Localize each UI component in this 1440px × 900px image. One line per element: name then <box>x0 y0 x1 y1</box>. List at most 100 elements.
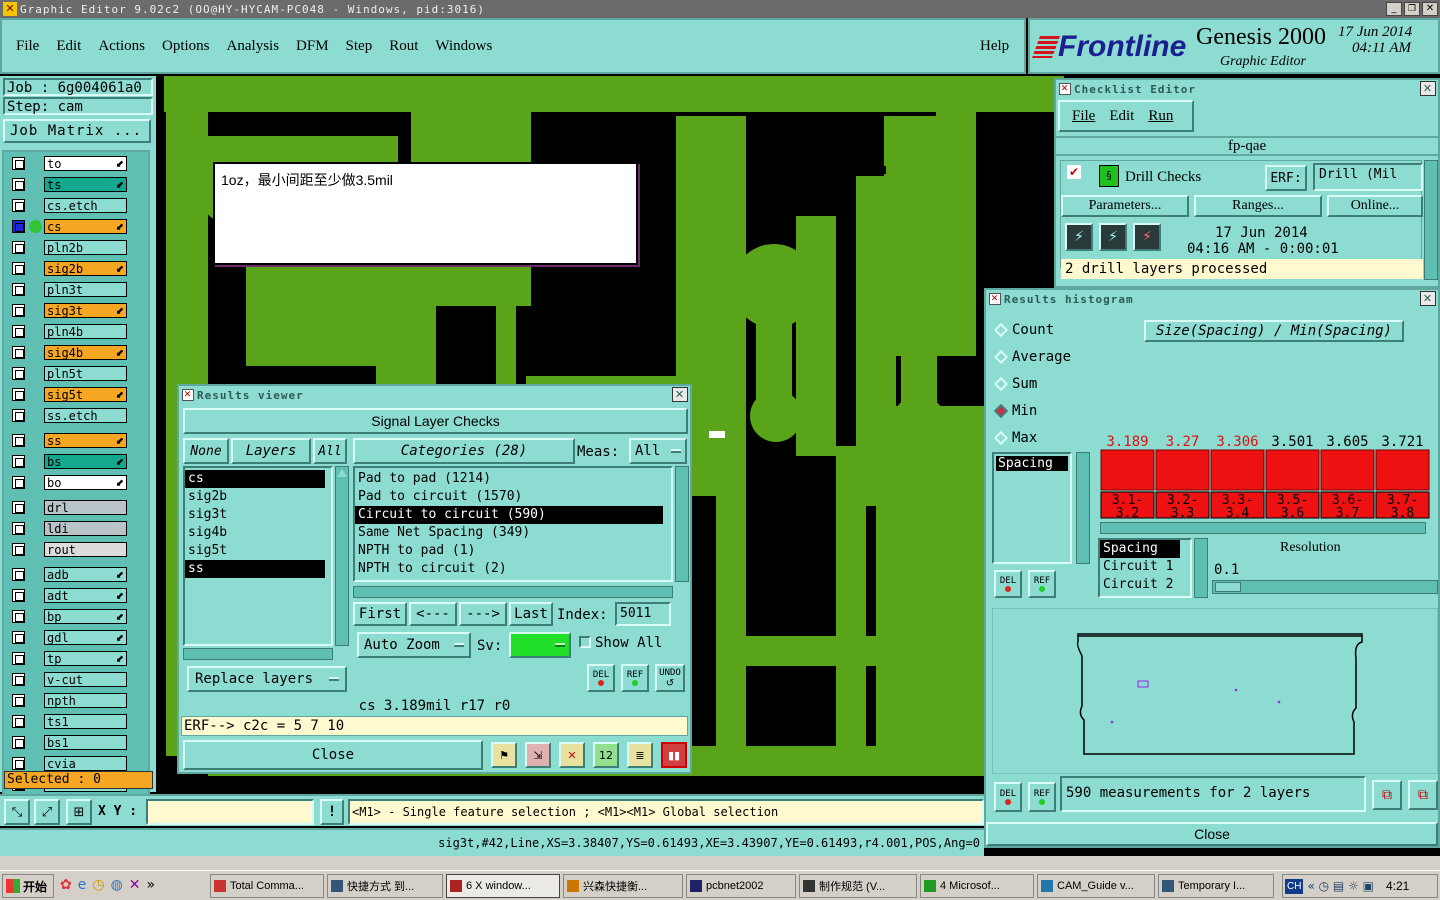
last-button[interactable]: Last <box>509 602 553 626</box>
layer-name[interactable]: ss.etch <box>44 408 127 423</box>
histogram-ref-button[interactable]: REF <box>1028 570 1056 598</box>
layer-row-bp[interactable]: bp ⬋ <box>10 609 128 624</box>
histogram-tool-icon[interactable]: ▮▮ <box>661 742 687 768</box>
measure-list-scrollbar[interactable] <box>1194 538 1208 598</box>
replace-layers-dropdown[interactable]: Replace layers <box>187 666 347 692</box>
browser-icon[interactable]: ◍ <box>111 877 123 893</box>
measure-item[interactable]: Circuit 2 <box>1100 576 1190 594</box>
layer-checkbox[interactable] <box>12 589 25 602</box>
layer-checkbox[interactable] <box>12 199 25 212</box>
radio-diamond-icon[interactable] <box>993 376 1009 392</box>
field-spacing[interactable]: Spacing <box>996 456 1068 471</box>
language-indicator[interactable]: CH <box>1285 878 1304 894</box>
checklist-menu-edit[interactable]: Edit <box>1109 108 1134 125</box>
category-item[interactable]: Pad to pad (1214) <box>355 470 671 488</box>
board-preview[interactable] <box>992 608 1438 774</box>
category-item[interactable]: Same Net Spacing (349) <box>355 524 671 542</box>
preview-ref-button[interactable]: REF <box>1028 782 1056 812</box>
layer-checkbox[interactable] <box>12 673 25 686</box>
ranges-button[interactable]: Ranges... <box>1194 195 1322 217</box>
layer-checkbox[interactable] <box>12 346 25 359</box>
layer-result-item[interactable]: ss <box>185 560 325 578</box>
layer-name[interactable]: pln2b <box>44 240 127 255</box>
results-viewer-close-icon[interactable]: ✕ <box>672 387 688 402</box>
task-item[interactable]: 快捷方式 到... <box>327 874 443 898</box>
stat-option-min[interactable]: Min <box>993 403 1037 419</box>
layer-row-adb[interactable]: adb ⬋ <box>10 567 128 582</box>
layers-button[interactable]: Layers <box>231 438 311 464</box>
ie-icon[interactable]: e <box>78 877 87 893</box>
layer-row-bo[interactable]: bo ⬋ <box>10 475 128 490</box>
clock-app-icon[interactable]: ◷ <box>92 877 104 893</box>
start-button[interactable]: 开始 <box>2 874 54 898</box>
layer-checkbox[interactable] <box>12 409 25 422</box>
stop-check-icon[interactable]: ⚡ <box>1133 223 1161 251</box>
more-quicklaunch-icon[interactable]: » <box>147 877 156 893</box>
layer-list-hscrollbar[interactable] <box>183 648 333 660</box>
histogram-close-button[interactable]: Close <box>986 822 1438 846</box>
layer-name[interactable]: ts1 <box>44 714 127 729</box>
maximize-button[interactable]: ❐ <box>1404 2 1420 16</box>
layer-name[interactable]: cvia <box>44 756 127 771</box>
histogram-bar[interactable] <box>1320 449 1375 491</box>
zoom-preview-icon[interactable]: ⧉ <box>1372 780 1402 810</box>
layer-row-v-cut[interactable]: v-cut <box>10 672 128 687</box>
layer-row-pln4b[interactable]: pln4b <box>10 324 128 339</box>
resolution-slider[interactable] <box>1212 580 1438 594</box>
step-tool-icon[interactable]: 12 <box>593 742 619 768</box>
layer-name[interactable]: bp ⬋ <box>44 609 127 624</box>
menu-windows[interactable]: Windows <box>435 38 492 55</box>
layer-row-sig3t[interactable]: sig3t ⬋ <box>10 303 128 318</box>
xy-input[interactable] <box>146 799 314 825</box>
layer-checkbox[interactable] <box>12 543 25 556</box>
histogram-del-button[interactable]: DEL <box>994 570 1022 598</box>
layer-name[interactable]: sig4b ⬋ <box>44 345 127 360</box>
categories-button[interactable]: Categories (28) <box>353 438 575 464</box>
layer-name[interactable]: adt ⬋ <box>44 588 127 603</box>
layer-row-ts1[interactable]: ts1 <box>10 714 128 729</box>
stat-option-sum[interactable]: Sum <box>993 376 1037 392</box>
menu-rout[interactable]: Rout <box>389 38 418 55</box>
layer-row-drl[interactable]: drl <box>10 500 128 515</box>
measure-list[interactable]: Spacing Circuit 1 Circuit 2 <box>1098 538 1192 598</box>
layer-result-item[interactable]: sig5t <box>185 542 331 560</box>
run-check-icon[interactable]: ⚡ <box>1065 223 1093 251</box>
task-item[interactable]: 兴森快捷衡... <box>563 874 683 898</box>
x-app-icon[interactable]: ✕ <box>129 877 141 893</box>
layer-checkbox[interactable] <box>12 157 25 170</box>
category-list[interactable]: Pad to pad (1214) Pad to circuit (1570) Ci… <box>353 466 673 582</box>
layer-list-scrollbar[interactable] <box>335 466 349 646</box>
zoom-fit-icon[interactable]: ⧉ <box>1408 780 1438 810</box>
layer-name[interactable]: to ⬋ <box>44 156 127 171</box>
delete-all-tool-icon[interactable]: ✕ <box>559 742 585 768</box>
sv-color-dropdown[interactable] <box>509 632 571 658</box>
minimize-button[interactable]: _ <box>1386 2 1402 16</box>
layer-row-ss[interactable]: ss ⬋ <box>10 433 128 448</box>
layer-name[interactable]: rout <box>44 542 127 557</box>
radio-diamond-icon[interactable] <box>993 349 1009 365</box>
results-viewer-close-button[interactable]: Close <box>183 740 483 770</box>
stat-option-count[interactable]: Count <box>993 322 1054 338</box>
layer-checkbox[interactable] <box>12 455 25 468</box>
layer-result-item[interactable]: cs <box>185 470 325 488</box>
layer-checkbox[interactable] <box>12 694 25 707</box>
layer-row-ts[interactable]: ts ⬋ <box>10 177 128 192</box>
layer-name[interactable]: drl <box>44 500 127 515</box>
layer-name[interactable]: ts ⬋ <box>44 177 127 192</box>
layer-name[interactable]: cs.etch <box>44 198 127 213</box>
grid-tool-icon[interactable]: ⊞ <box>66 799 92 825</box>
menu-actions[interactable]: Actions <box>98 38 145 55</box>
histogram-bar[interactable] <box>1210 449 1265 491</box>
window-menu-icon[interactable]: ✕ <box>182 389 194 401</box>
stat-option-max[interactable]: Max <box>993 430 1037 446</box>
measure-item[interactable]: Circuit 1 <box>1100 558 1190 576</box>
histogram-field-list[interactable]: Spacing <box>992 452 1072 564</box>
checklist-scrollbar[interactable] <box>1424 160 1438 280</box>
layer-row-ldi[interactable]: ldi <box>10 521 128 536</box>
layer-row-sig5t[interactable]: sig5t ⬋ <box>10 387 128 402</box>
menu-help[interactable]: Help <box>980 38 1009 55</box>
report-tool-icon[interactable]: ≣ <box>627 742 653 768</box>
layer-name[interactable]: ldi <box>44 521 127 536</box>
undo-button[interactable]: UNDO ↺ <box>655 664 685 692</box>
layer-name[interactable]: adb ⬋ <box>44 567 127 582</box>
